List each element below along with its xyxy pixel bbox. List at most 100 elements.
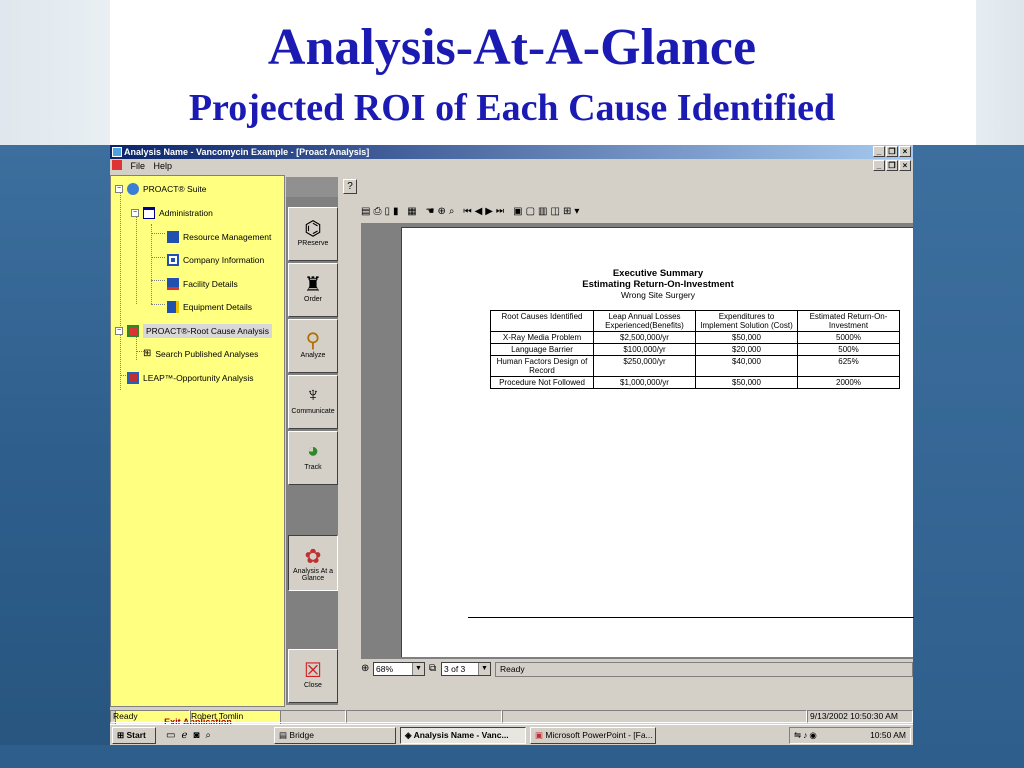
zoom-select[interactable]: 68% ▼ — [373, 662, 425, 676]
hand-icon[interactable]: ☚ — [426, 206, 438, 217]
task-bridge[interactable]: ▤ Bridge — [274, 727, 396, 744]
print-icon[interactable]: ⎙ — [373, 206, 384, 217]
table-cell: $20,000 — [695, 343, 798, 356]
start-button[interactable]: ⊞ Start — [112, 727, 156, 744]
help-icon[interactable]: ? — [343, 179, 357, 194]
page-select[interactable]: 3 of 3 ▼ — [441, 662, 491, 676]
clock: 10:50 AM — [870, 730, 906, 740]
tree-item-resource-management[interactable]: Resource Management — [167, 230, 271, 244]
network-icon[interactable]: ⇋ — [794, 730, 803, 740]
find-icon[interactable]: ⌕ — [449, 206, 458, 217]
mdi-restore-button[interactable]: ❐ — [886, 160, 898, 171]
window-icon — [143, 207, 155, 219]
slide-title: Analysis-At-A-Glance — [267, 19, 757, 76]
table-row: Procedure Not Followed $1,000,000/yr $50… — [490, 376, 900, 389]
camera-icon: ⌬ — [304, 218, 322, 240]
view-width-icon[interactable]: ▥ — [538, 206, 550, 217]
slide-background-band-left — [0, 145, 110, 768]
tool-order[interactable]: ♜ Order — [288, 263, 338, 317]
table-cell: 2000% — [797, 376, 900, 389]
task-powerpoint[interactable]: ▣ Microsoft PowerPoint - [Fa... — [530, 727, 656, 744]
table-cell: 500% — [797, 343, 900, 356]
collapse-icon[interactable]: − — [131, 209, 139, 217]
tree-item-equipment-details[interactable]: Equipment Details — [167, 300, 252, 314]
tree-item-facility-details[interactable]: Facility Details — [167, 277, 238, 291]
tool-strip-header — [286, 177, 338, 197]
mdi-close-button[interactable]: × — [899, 160, 911, 171]
minimize-button[interactable]: _ — [873, 146, 885, 157]
table-cell: Procedure Not Followed — [490, 376, 594, 389]
tool-close[interactable]: ☒ Close — [288, 649, 338, 703]
window-title: Analysis Name - Vancomycin Example - [Pr… — [124, 147, 370, 157]
view-page-icon[interactable]: ▢ — [526, 206, 538, 217]
desktop-icon[interactable]: ▭ — [166, 730, 181, 741]
tree-item-search-published[interactable]: ⊞ Search Published Analyses — [143, 347, 258, 361]
prev-page-icon[interactable]: ◀ — [475, 206, 486, 217]
roi-table: Root Causes Identified Leap Annual Losse… — [490, 310, 900, 389]
page-divider — [468, 617, 914, 618]
tool-communicate[interactable]: ♆ Communicate — [288, 375, 338, 429]
window-titlebar[interactable]: Analysis Name - Vancomycin Example - [Pr… — [110, 145, 913, 159]
tree-item-root-cause-analysis[interactable]: − PROACT®-Root Cause Analysis — [115, 324, 272, 338]
report-heading: Executive Summary — [612, 268, 704, 279]
close-window-button[interactable]: × — [899, 146, 911, 157]
task-analysis[interactable]: ◈ Analysis Name - Vanc... — [400, 727, 526, 744]
collapse-icon[interactable]: − — [115, 327, 123, 335]
report-case: Wrong Site Surgery — [620, 290, 695, 300]
chevron-down-icon[interactable]: ▼ — [412, 663, 424, 675]
page-filled-icon[interactable]: ▮ — [393, 206, 402, 217]
last-page-icon[interactable]: ⏭ — [496, 206, 507, 217]
outlook-icon[interactable]: ◙ — [193, 730, 205, 741]
palette-icon: ✿ — [304, 546, 322, 568]
menu-bar: File Help _ ❐ × — [110, 159, 913, 173]
table-row: Language Barrier $100,000/yr $20,000 500… — [490, 343, 900, 356]
menu-file[interactable]: File — [131, 159, 146, 173]
status-empty — [346, 710, 502, 723]
column-header: Estimated Return-On-Investment — [797, 310, 900, 332]
close-icon: ☒ — [304, 660, 322, 682]
tool-analysis-at-a-glance[interactable]: ✿ Analysis At a Glance — [288, 535, 338, 591]
view-two-icon[interactable]: ◫ — [550, 206, 562, 217]
view-grid-icon[interactable]: ⊞ — [563, 206, 574, 217]
mdi-minimize-button[interactable]: _ — [873, 160, 885, 171]
first-page-icon[interactable]: ⏮ — [463, 206, 474, 217]
table-cell: $2,500,000/yr — [593, 331, 696, 344]
group-tree-icon[interactable]: ▦ — [407, 206, 419, 217]
chevron-down-icon[interactable]: ▾ — [574, 206, 582, 217]
export-icon[interactable]: ▤ — [361, 206, 373, 217]
document-icon[interactable] — [112, 160, 122, 170]
restore-button[interactable]: ❐ — [886, 146, 898, 157]
status-empty-2 — [502, 710, 807, 723]
tree-item-administration[interactable]: − Administration — [131, 206, 213, 220]
table-cell: $50,000 — [695, 331, 798, 344]
chair-icon: ♜ — [304, 274, 322, 296]
tree-item-proact-suite[interactable]: − PROACT® Suite — [115, 182, 206, 196]
viewer-status-bar: ⊕ 68% ▼ ⧉ 3 of 3 ▼ Ready — [361, 662, 913, 678]
security-icon[interactable]: ◉ — [809, 730, 818, 740]
tool-track[interactable]: ◕ Track — [288, 431, 338, 485]
column-header: Expenditures to Implement Solution (Cost… — [695, 310, 798, 332]
analysis-icon — [127, 325, 139, 337]
next-page-icon[interactable]: ▶ — [485, 206, 496, 217]
table-row: X-Ray Media Problem $2,500,000/yr $50,00… — [490, 331, 900, 344]
tree-item-leap-opportunity[interactable]: LEAP™-Opportunity Analysis — [127, 371, 254, 385]
navigation-tree: − PROACT® Suite − Administration Resourc… — [110, 175, 285, 734]
leap-icon — [127, 372, 139, 384]
zoom-icon[interactable]: ⊕ — [437, 206, 448, 217]
table-cell: X-Ray Media Problem — [490, 331, 594, 344]
tool-preserve[interactable]: ⌬ PReserve — [288, 207, 338, 261]
user-icon — [167, 231, 179, 243]
slide-subtitle: Projected ROI of Each Cause Identified — [188, 87, 836, 129]
page-icon[interactable]: ▯ — [384, 206, 393, 217]
collapse-icon[interactable]: − — [115, 185, 123, 193]
search-icon[interactable]: ⌕ — [205, 730, 217, 741]
chevron-down-icon[interactable]: ▼ — [478, 663, 490, 675]
table-cell: 625% — [797, 355, 900, 377]
tool-analyze[interactable]: ⚲ Analyze — [288, 319, 338, 373]
ie-icon[interactable]: ℯ — [181, 730, 193, 741]
folder-icon: ▤ — [279, 730, 288, 740]
windows-logo-icon: ⊞ — [117, 730, 125, 740]
menu-help[interactable]: Help — [154, 159, 173, 173]
view-single-icon[interactable]: ▣ — [513, 206, 525, 217]
tree-item-company-information[interactable]: Company Information — [167, 253, 264, 267]
